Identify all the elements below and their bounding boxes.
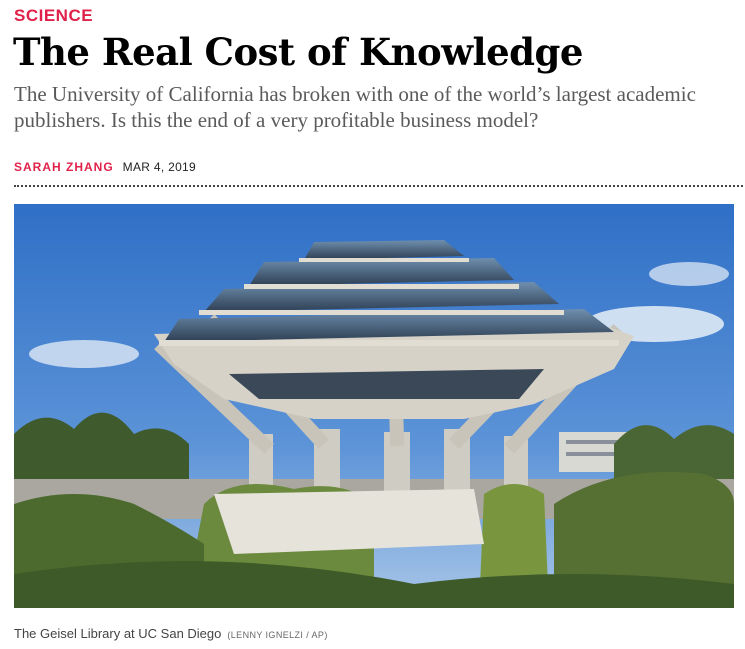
caption-credit: (Lenny Ignelzi / AP) xyxy=(227,630,328,640)
dotted-divider xyxy=(14,185,743,187)
article-headline: The Real Cost of Knowledge xyxy=(13,30,583,74)
publish-date: Mar 4, 2019 xyxy=(122,160,197,174)
photo-caption: The Geisel Library at UC San Diego (Lenn… xyxy=(14,626,328,641)
article-page: Science The Real Cost of Knowledge The U… xyxy=(0,0,745,649)
section-label[interactable]: Science xyxy=(14,6,93,26)
lead-photo xyxy=(14,204,734,608)
author-link[interactable]: Sarah Zhang xyxy=(14,160,114,174)
article-dek: The University of California has broken … xyxy=(14,82,696,132)
caption-text: The Geisel Library at UC San Diego xyxy=(14,626,222,641)
byline: Sarah Zhang Mar 4, 2019 xyxy=(14,160,196,174)
